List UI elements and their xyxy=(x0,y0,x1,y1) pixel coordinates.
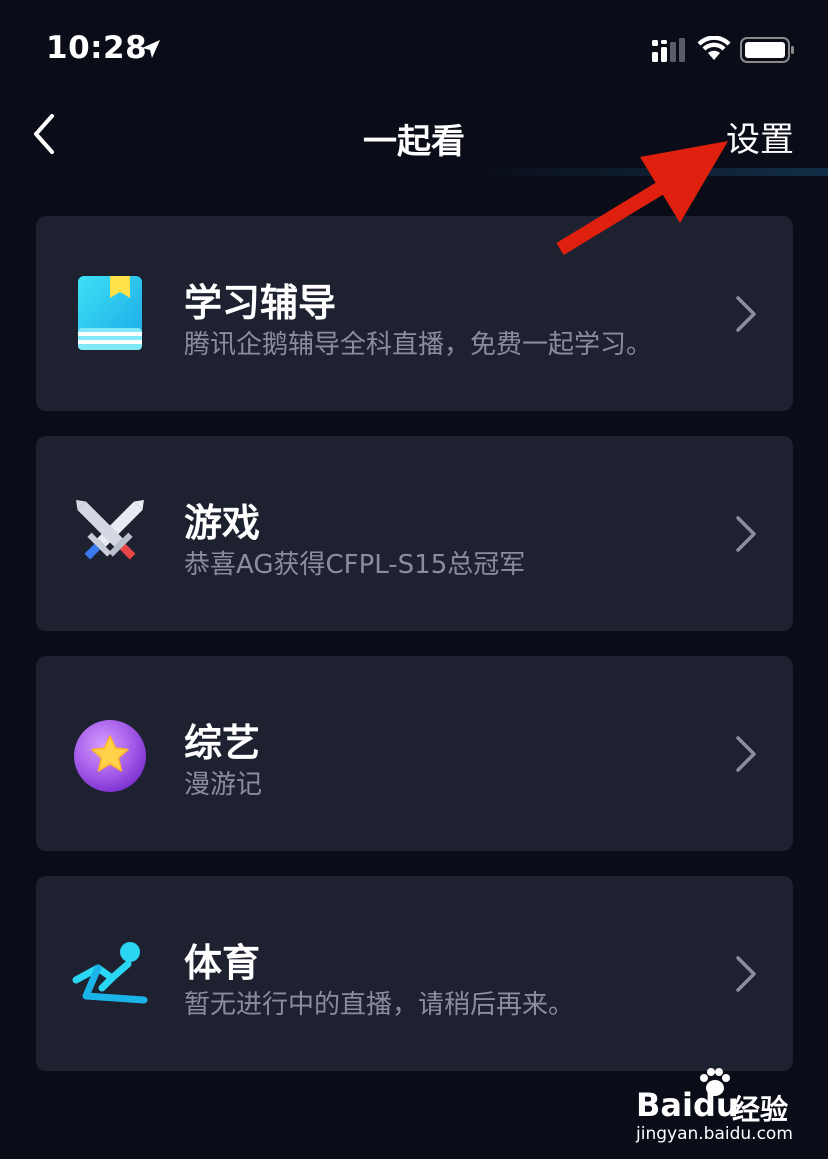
book-icon xyxy=(72,274,148,354)
location-arrow-icon xyxy=(140,38,162,64)
battery-icon xyxy=(740,37,796,67)
star-orb-icon xyxy=(72,714,148,794)
card-subtitle: 暂无进行中的直播，请稍后再来。 xyxy=(184,990,575,1020)
category-card-variety[interactable]: 综艺 漫游记 xyxy=(36,656,793,851)
chevron-right-icon xyxy=(735,735,757,773)
runner-icon xyxy=(72,934,148,1014)
category-card-game[interactable]: 游戏 恭喜AG获得CFPL-S15总冠军 xyxy=(36,436,793,631)
card-subtitle: 腾讯企鹅辅导全科直播，免费一起学习。 xyxy=(184,330,653,360)
card-subtitle: 恭喜AG获得CFPL-S15总冠军 xyxy=(184,550,526,580)
card-subtitle: 漫游记 xyxy=(184,770,263,800)
watermark-brand: 经验 xyxy=(732,1093,789,1126)
card-title: 体育 xyxy=(184,941,261,985)
status-time: 10:28 xyxy=(46,30,148,66)
chevron-right-icon xyxy=(735,295,757,333)
wifi-icon xyxy=(697,35,731,66)
paw-icon xyxy=(698,1068,732,1102)
chevron-right-icon xyxy=(735,515,757,553)
watermark-url: jingyan.baidu.com xyxy=(636,1124,793,1144)
category-card-sports[interactable]: 体育 暂无进行中的直播，请稍后再来。 xyxy=(36,876,793,1071)
red-arrow-annotation xyxy=(550,135,740,269)
card-title: 综艺 xyxy=(184,721,261,765)
signal-icon xyxy=(652,38,686,68)
status-bar: 10:28 xyxy=(0,0,828,100)
card-title: 游戏 xyxy=(184,501,261,545)
crossed-swords-icon xyxy=(72,494,148,574)
card-title: 学习辅导 xyxy=(184,281,337,325)
chevron-right-icon xyxy=(735,955,757,993)
baidu-jingyan-watermark: Baidu 经验 jingyan.baidu.com xyxy=(636,1068,796,1148)
